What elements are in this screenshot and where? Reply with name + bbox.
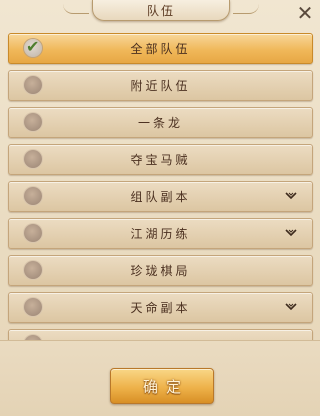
title-banner: 队伍: [63, 0, 259, 21]
list-item-label: 全部队伍: [130, 42, 191, 56]
confirm-button[interactable]: 确定: [110, 368, 214, 404]
chevron-down-icon[interactable]: [284, 188, 298, 202]
confirm-button-label: 确定: [142, 378, 189, 396]
list-item-jianghu-training[interactable]: 江湖历练: [8, 218, 313, 249]
list-item-yitiaolong[interactable]: 一条龙: [8, 107, 313, 138]
list-item-label: 天命副本: [130, 301, 191, 315]
list-item-label: 夺宝马贼: [130, 153, 191, 167]
chevron-down-icon[interactable]: [284, 225, 298, 239]
list-item-nearby-teams[interactable]: 附近队伍: [8, 70, 313, 101]
list-item-all-teams[interactable]: ✔ 全部队伍: [8, 33, 313, 64]
list-item-partial[interactable]: [8, 329, 313, 340]
list-item-horse-bandits[interactable]: 夺宝马贼: [8, 144, 313, 175]
close-icon[interactable]: ✕: [296, 3, 314, 23]
chevron-down-icon[interactable]: [284, 299, 298, 313]
footer-bar: 确定: [0, 340, 320, 416]
list-item-label: 附近队伍: [130, 79, 191, 93]
list-item-label: 珍珑棋局: [130, 264, 191, 278]
list-item-team-dungeon[interactable]: 组队副本: [8, 181, 313, 212]
list-item-label: 一条龙: [137, 116, 183, 130]
panel-title: 队伍: [146, 4, 175, 18]
list-item-label: 江湖历练: [130, 227, 191, 241]
list-item-destiny-dungeon[interactable]: 天命副本: [8, 292, 313, 323]
team-type-list: ✔ 全部队伍 附近队伍 一条龙 夺宝马贼 组队副本 江湖历练 珍珑棋局 天命副本: [0, 33, 320, 340]
list-item-zhenlong-chess[interactable]: 珍珑棋局: [8, 255, 313, 286]
list-item-label: 组队副本: [130, 190, 191, 204]
team-filter-panel: 队伍 ✕ ✔ 全部队伍 附近队伍 一条龙 夺宝马贼 组队副本 江湖历练 珍珑棋局…: [0, 0, 320, 416]
